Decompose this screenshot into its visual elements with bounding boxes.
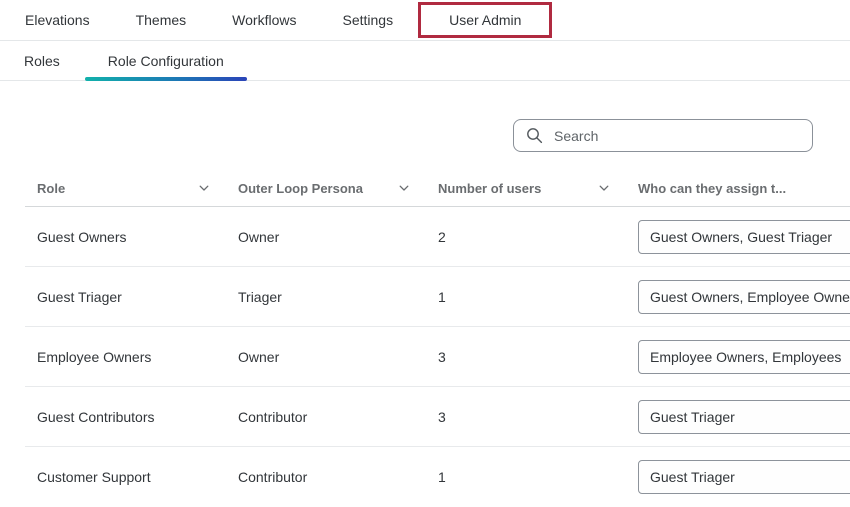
sub-navigation: Roles Role Configuration [0,41,850,81]
table-row: Guest Contributors Contributor 3 Guest T… [25,387,850,447]
column-header-label: Role [37,181,65,196]
role-cell: Customer Support [25,447,226,507]
role-cell: Employee Owners [25,327,226,386]
user-count-cell: 3 [426,327,626,386]
assign-cell: Employee Owners, Employees [626,327,850,386]
assign-roles-field[interactable]: Guest Owners, Employee Owners [638,280,850,314]
assign-roles-field[interactable]: Guest Triager [638,400,850,434]
persona-cell: Owner [226,327,426,386]
table-row: Employee Owners Owner 3 Employee Owners,… [25,327,850,387]
column-header-outer-loop-persona[interactable]: Outer Loop Persona [226,170,426,206]
persona-cell: Owner [226,207,426,266]
user-count-cell: 2 [426,207,626,266]
role-cell: Guest Owners [25,207,226,266]
column-header-number-of-users[interactable]: Number of users [426,170,626,206]
tab-user-admin[interactable]: User Admin [449,12,521,28]
persona-cell: Triager [226,267,426,326]
column-header-label: Outer Loop Persona [238,181,363,196]
role-cell: Guest Triager [25,267,226,326]
chevron-down-icon[interactable] [398,182,410,194]
annotation-highlight-box: User Admin [418,2,552,38]
column-header-who-can-they-assign: Who can they assign t... [626,170,850,206]
assign-roles-field[interactable]: Employee Owners, Employees [638,340,850,374]
column-header-label: Number of users [438,181,541,196]
tab-settings[interactable]: Settings [342,12,393,28]
persona-cell: Contributor [226,387,426,446]
main-content: Role Outer Loop Persona Number of users … [0,81,850,505]
roles-table: Role Outer Loop Persona Number of users … [25,170,850,507]
table-row: Guest Triager Triager 1 Guest Owners, Em… [25,267,850,327]
top-navigation: Elevations Themes Workflows Settings Use… [0,0,850,41]
tab-elevations[interactable]: Elevations [25,12,90,28]
column-header-label: Who can they assign t... [638,181,786,196]
assign-cell: Guest Triager [626,387,850,446]
chevron-down-icon[interactable] [598,182,610,194]
assign-cell: Guest Owners, Employee Owners [626,267,850,326]
table-header-row: Role Outer Loop Persona Number of users … [25,170,850,207]
persona-cell: Contributor [226,447,426,507]
table-body: Guest Owners Owner 2 Guest Owners, Guest… [25,207,850,507]
subtab-role-configuration[interactable]: Role Configuration [85,41,247,80]
search-box[interactable] [513,119,813,152]
table-row: Guest Owners Owner 2 Guest Owners, Guest… [25,207,850,267]
column-header-role[interactable]: Role [25,170,226,206]
user-count-cell: 1 [426,267,626,326]
user-count-cell: 3 [426,387,626,446]
table-row: Customer Support Contributor 1 Guest Tri… [25,447,850,507]
assign-roles-field[interactable]: Guest Owners, Guest Triager [638,220,850,254]
tab-themes[interactable]: Themes [136,12,187,28]
tab-workflows[interactable]: Workflows [232,12,296,28]
user-count-cell: 1 [426,447,626,507]
subtab-roles[interactable]: Roles [24,41,60,80]
role-cell: Guest Contributors [25,387,226,446]
assign-cell: Guest Owners, Guest Triager [626,207,850,266]
assign-cell: Guest Triager [626,447,850,507]
chevron-down-icon[interactable] [198,182,210,194]
search-input[interactable] [554,128,800,144]
assign-roles-field[interactable]: Guest Triager [638,460,850,494]
search-icon [526,127,543,144]
